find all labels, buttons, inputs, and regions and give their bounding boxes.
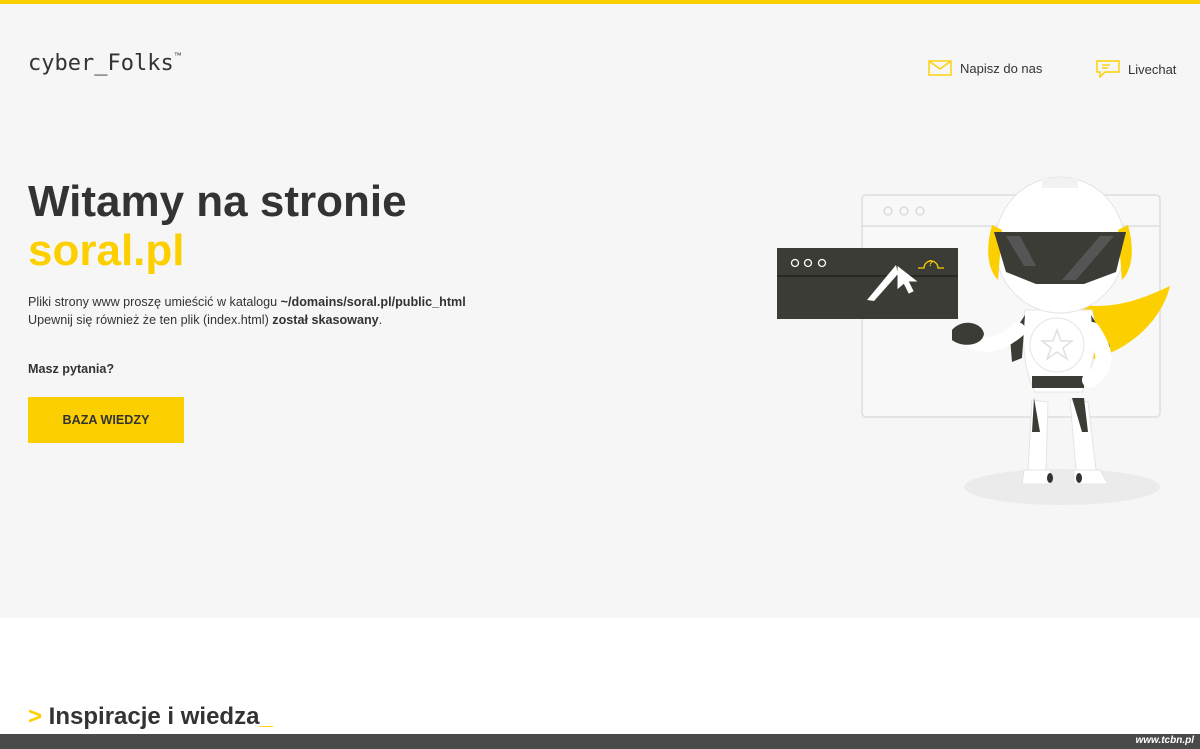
- livechat-link[interactable]: Livechat: [1096, 60, 1176, 78]
- cursor-underscore: _: [259, 703, 273, 730]
- robot-illustration: ?: [777, 176, 1170, 505]
- footer-bar: www.tcbn.pl: [0, 734, 1200, 749]
- trademark-mark: ™: [173, 50, 182, 60]
- chat-bubble-icon: [1096, 60, 1120, 78]
- knowledge-base-button[interactable]: BAZA WIEDZY: [28, 397, 184, 443]
- watermark-text: www.tcbn.pl: [1135, 735, 1194, 746]
- instructions-line1-text: Pliki strony www proszę umieścić w katal…: [28, 295, 281, 309]
- livechat-link-label: Livechat: [1128, 61, 1177, 77]
- contact-link-label: Napisz do nas: [960, 60, 1043, 76]
- deleted-note: został skasowany: [272, 313, 379, 327]
- page: cyber_Folks™ Napisz do nas Livechat Wita…: [0, 0, 1200, 749]
- section-heading-text: Inspiracje i wiedza: [42, 703, 260, 730]
- brand-logo[interactable]: cyber_Folks™: [28, 51, 182, 76]
- questions-label: Masz pytania?: [28, 362, 115, 376]
- page-title: Witamy na stronie: [28, 177, 407, 226]
- svg-text:?: ?: [928, 259, 933, 268]
- section-heading: > Inspiracje i wiedza_: [28, 703, 273, 731]
- instructions-line2-end: .: [378, 313, 383, 327]
- public-html-path: ~/domains/soral.pl/public_html: [280, 295, 466, 309]
- brand-name: cyber_Folks: [28, 51, 174, 76]
- contact-link[interactable]: Napisz do nas: [928, 60, 1042, 76]
- instructions-line2-text: Upewnij się również że ten plik (index.h…: [28, 313, 273, 327]
- instructions-text: Pliki strony www proszę umieścić w katal…: [28, 293, 548, 329]
- domain-name: soral.pl: [28, 226, 185, 275]
- chevron-right-icon: >: [28, 703, 43, 730]
- envelope-icon: [928, 60, 952, 76]
